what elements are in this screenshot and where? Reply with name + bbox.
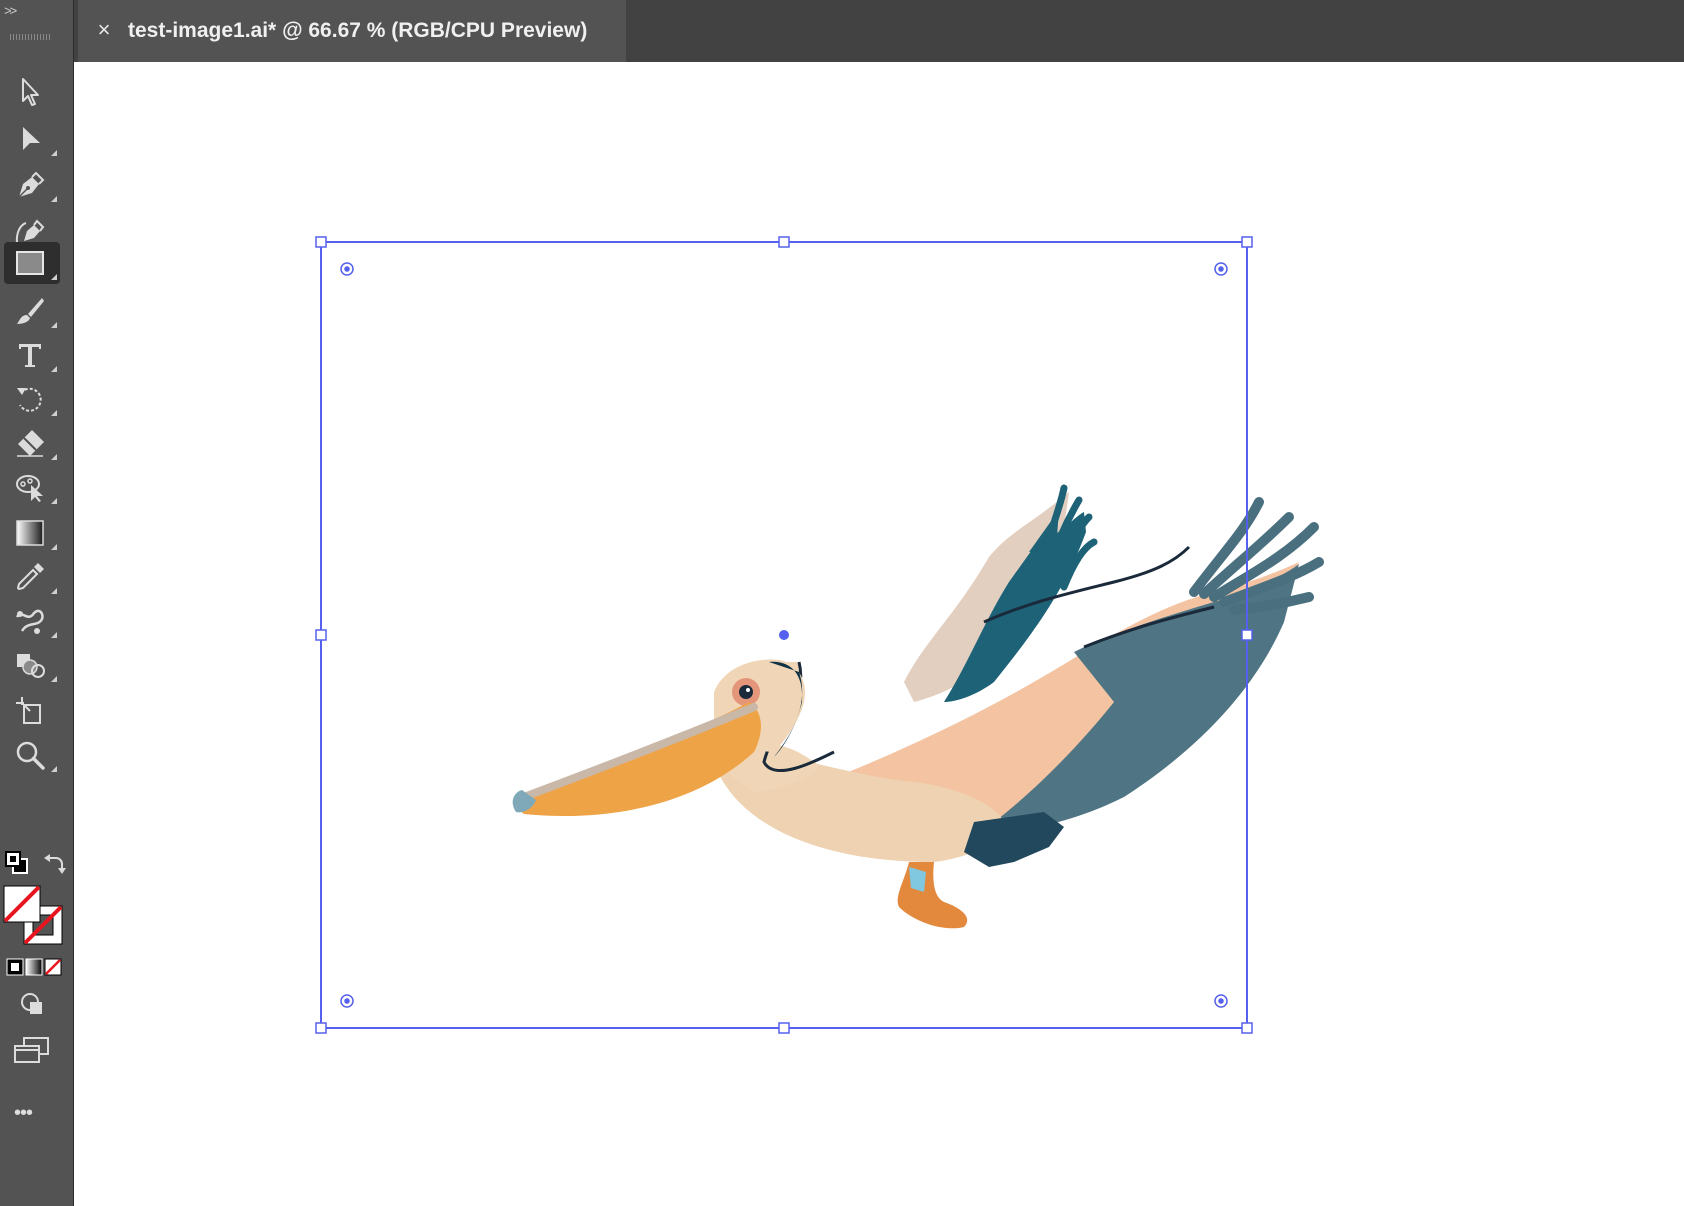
rectangle-tool[interactable] — [4, 242, 60, 284]
document-tab[interactable]: × test-image1.ai* @ 66.67 % (RGB/CPU Pre… — [78, 0, 626, 62]
tool-flyout-indicator — [51, 632, 57, 638]
blend-icon — [15, 609, 44, 634]
document-title: test-image1.ai* @ 66.67 % (RGB/CPU Previ… — [128, 19, 588, 42]
document-tab-bar: × test-image1.ai* @ 66.67 % (RGB/CPU Pre… — [74, 0, 1684, 63]
edit-toolbar-more-icon[interactable]: ••• — [14, 1102, 33, 1125]
eyedropper-icon — [16, 563, 44, 591]
gradient-icon — [16, 520, 44, 546]
type-icon — [19, 344, 41, 367]
artwork-svg — [315, 236, 1324, 1034]
rectangle-icon — [16, 251, 44, 275]
paintbrush-tool[interactable] — [4, 290, 60, 332]
tool-flyout-indicator — [51, 150, 57, 156]
none-button[interactable] — [44, 958, 62, 976]
eraser-tool[interactable] — [4, 422, 60, 464]
handle-bottom-center[interactable] — [778, 1022, 790, 1034]
tools-panel: >> ••• — [0, 0, 74, 1206]
panel-grip[interactable] — [10, 34, 50, 40]
eraser-icon — [17, 430, 44, 457]
screen-mode-icon[interactable] — [12, 1036, 52, 1066]
handle-top-left[interactable] — [315, 236, 327, 248]
fill-swatch[interactable] — [3, 885, 41, 923]
puppet-warp-icon — [16, 475, 43, 502]
pen-tool[interactable] — [4, 164, 60, 206]
zoom-tool[interactable] — [4, 734, 60, 776]
artboard-tool[interactable] — [4, 690, 60, 732]
shape-builder-icon — [17, 654, 45, 678]
handle-bottom-left[interactable] — [315, 1022, 327, 1034]
gradient-tool[interactable] — [4, 512, 60, 554]
corner-widget-bottom-right[interactable] — [1214, 994, 1228, 1008]
center-point[interactable] — [779, 630, 789, 640]
tool-flyout-indicator — [51, 498, 57, 504]
type-tool[interactable] — [4, 334, 60, 376]
handle-top-center[interactable] — [778, 236, 790, 248]
handle-middle-left[interactable] — [315, 629, 327, 641]
close-tab-icon[interactable]: × — [92, 14, 116, 46]
default-fill-stroke-icon[interactable] — [4, 850, 30, 876]
shape-builder-tool[interactable] — [4, 644, 60, 686]
handle-bottom-right[interactable] — [1241, 1022, 1253, 1034]
tool-flyout-indicator — [51, 366, 57, 372]
blend-tool[interactable] — [4, 600, 60, 642]
eyedropper-tool[interactable] — [4, 556, 60, 598]
handle-top-right[interactable] — [1241, 236, 1253, 248]
gradient-button[interactable] — [25, 958, 43, 976]
drawing-mode-icon[interactable] — [18, 990, 48, 1020]
rotate-icon — [17, 387, 42, 412]
pelican-illustration[interactable] — [512, 484, 1324, 929]
color-button[interactable] — [6, 958, 24, 976]
tool-flyout-indicator — [51, 588, 57, 594]
corner-widget-top-right[interactable] — [1214, 262, 1228, 276]
tool-flyout-indicator — [51, 544, 57, 550]
tool-flyout-indicator — [51, 274, 57, 280]
tool-flyout-indicator — [51, 676, 57, 682]
zoom-icon — [16, 741, 45, 770]
brush-icon — [17, 298, 44, 324]
color-mode-buttons — [6, 958, 62, 976]
pen-icon — [18, 171, 45, 198]
direct-selection-tool[interactable] — [4, 118, 60, 160]
collapse-panel-icon[interactable]: >> — [4, 4, 17, 18]
tool-flyout-indicator — [51, 196, 57, 202]
tool-flyout-indicator — [51, 454, 57, 460]
selection-tool[interactable] — [4, 70, 60, 112]
selection-arrow-icon — [22, 78, 39, 106]
puppet-warp-tool[interactable] — [4, 466, 60, 508]
tool-flyout-indicator — [51, 410, 57, 416]
handle-middle-right[interactable] — [1241, 629, 1253, 641]
tool-flyout-indicator — [51, 322, 57, 328]
corner-widget-top-left[interactable] — [340, 262, 354, 276]
tool-flyout-indicator — [51, 766, 57, 772]
fill-stroke-swatches[interactable] — [2, 884, 64, 946]
corner-widget-bottom-left[interactable] — [340, 994, 354, 1008]
swap-fill-stroke-icon[interactable] — [40, 850, 66, 876]
artboard-icon — [16, 697, 41, 724]
direct-selection-arrow-icon — [23, 127, 40, 150]
canvas[interactable] — [74, 62, 1684, 1206]
rotate-tool[interactable] — [4, 378, 60, 420]
